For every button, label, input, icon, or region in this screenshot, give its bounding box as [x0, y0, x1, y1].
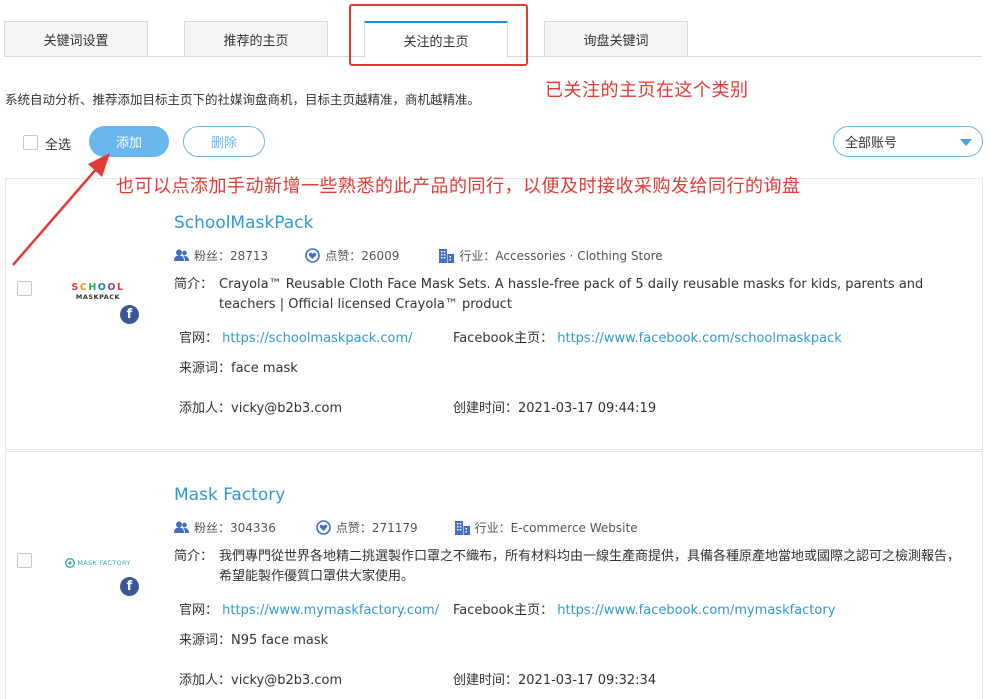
heart-icon: [305, 248, 321, 263]
source-row: 来源词：face mask: [179, 357, 298, 376]
website-label: 官网：: [179, 331, 219, 346]
logo-text: MASKPACK: [75, 293, 121, 301]
source-row: 来源词：N95 face mask: [179, 629, 328, 648]
intro-text: Crayola™ Reusable Cloth Face Mask Sets. …: [219, 277, 924, 312]
annotation-tab-note: 已关注的主页在这个类别: [545, 80, 749, 101]
delete-button[interactable]: 删除: [183, 126, 265, 157]
tab-keyword-settings[interactable]: 关键词设置: [4, 21, 148, 57]
likes-stat: 点赞： 271179: [316, 519, 418, 536]
row-checkbox[interactable]: [17, 281, 32, 296]
users-icon: [174, 521, 189, 533]
annotation-add-note: 也可以点添加手动新增一些熟悉的此产品的同行，以便及时接收采购发给同行的询盘: [116, 176, 801, 197]
intro-text: 我們專門從世界各地精⼆挑選製作口罩之不織布，所有材料均由一線生產商提供，具備各種…: [219, 549, 961, 584]
fans-stat: 粉丝： 304336: [174, 519, 276, 536]
select-all-checkbox[interactable]: [23, 135, 38, 150]
likes-label: 点赞：: [335, 521, 372, 535]
tab-followed-pages[interactable]: 关注的主页: [364, 21, 508, 58]
intro-label: 简介：: [174, 277, 214, 292]
created-row: 创建时间：2021-03-17 09:44:19: [453, 397, 656, 416]
page-logo: MASK FACTORY: [60, 558, 136, 568]
building-icon: [454, 520, 470, 535]
chevron-down-icon: [960, 139, 972, 146]
facebook-icon[interactable]: f: [120, 577, 139, 596]
facebook-link[interactable]: https://www.facebook.com/schoolmaskpack: [557, 331, 842, 346]
users-icon: [174, 249, 189, 261]
facebook-row: Facebook主页： https://www.facebook.com/mym…: [453, 599, 835, 618]
page-logo: SCHOOL MASKPACK: [60, 283, 136, 302]
website-label: 官网：: [179, 603, 219, 618]
fans-label: 粉丝：: [194, 249, 231, 263]
added-by-label: 添加人：: [179, 401, 232, 416]
mask-logo-icon: [65, 558, 76, 568]
page-title[interactable]: Mask Factory: [174, 485, 285, 505]
page-description: 系统自动分析、推荐添加目标主页下的社媒询盘商机，目标主页越精准，商机越精准。: [5, 92, 481, 107]
page-intro: 简介： Crayola™ Reusable Cloth Face Mask Se…: [174, 275, 964, 315]
source-value: N95 face mask: [231, 633, 329, 648]
industry-label: 行业：: [459, 249, 496, 263]
added-by-value: vicky@b2b3.com: [231, 401, 343, 416]
fans-stat: 粉丝： 28713: [174, 247, 268, 264]
website-row: 官网： https://schoolmaskpack.com/: [179, 327, 413, 346]
likes-value: 271179: [371, 520, 418, 535]
source-value: face mask: [231, 361, 298, 376]
page-stats: 粉丝： 28713 点赞： 26009 行业： Accessories · Cloth…: [174, 247, 663, 264]
created-label: 创建时间：: [453, 401, 519, 416]
industry-label: 行业：: [474, 521, 511, 535]
facebook-link[interactable]: https://www.facebook.com/mymaskfactory: [557, 603, 835, 618]
intro-label: 简介：: [174, 549, 214, 564]
page-title[interactable]: SchoolMaskPack: [174, 213, 313, 233]
created-label: 创建时间：: [453, 673, 519, 688]
facebook-row: Facebook主页： https://www.facebook.com/sch…: [453, 327, 842, 346]
added-by-label: 添加人：: [179, 673, 232, 688]
likes-stat: 点赞： 26009: [305, 247, 399, 264]
source-label: 来源词：: [179, 633, 232, 648]
tab-recommended-pages[interactable]: 推荐的主页: [184, 21, 328, 57]
website-row: 官网： https://www.mymaskfactory.com/: [179, 599, 439, 618]
source-label: 来源词：: [179, 361, 232, 376]
industry-value: Accessories · Clothing Store: [495, 248, 663, 263]
added-by-value: vicky@b2b3.com: [231, 673, 343, 688]
added-by-row: 添加人：vicky@b2b3.com: [179, 669, 342, 688]
website-link[interactable]: https://schoolmaskpack.com/: [222, 331, 412, 346]
page-intro: 简介： 我們專門從世界各地精⼆挑選製作口罩之不織布，所有材料均由一線生產商提供，…: [174, 547, 964, 587]
select-all-label: 全选: [45, 138, 72, 153]
account-select-value: 全部账号: [845, 136, 898, 151]
created-value: 2021-03-17 09:44:19: [518, 401, 657, 416]
fans-label: 粉丝：: [194, 521, 231, 535]
building-icon: [439, 248, 455, 263]
industry-stat: 行业： E-commerce Website: [454, 519, 638, 536]
account-select[interactable]: 全部账号: [833, 126, 983, 157]
logo-text: MASK FACTORY: [77, 559, 131, 567]
facebook-icon[interactable]: f: [120, 305, 139, 324]
created-row: 创建时间：2021-03-17 09:32:34: [453, 669, 656, 688]
fans-value: 304336: [230, 520, 276, 535]
tab-inquiry-keywords[interactable]: 询盘关键词: [544, 21, 688, 57]
likes-value: 26009: [361, 248, 400, 263]
facebook-label: Facebook主页：: [453, 603, 554, 618]
page-stats: 粉丝： 304336 点赞： 271179 行业： E-commerce Websit…: [174, 519, 638, 536]
tab-bar: 关键词设置 推荐的主页 关注的主页 询盘关键词: [0, 0, 990, 58]
likes-label: 点赞：: [325, 249, 362, 263]
add-button[interactable]: 添加: [89, 126, 169, 157]
created-value: 2021-03-17 09:32:34: [518, 673, 657, 688]
row-checkbox[interactable]: [17, 553, 32, 568]
industry-stat: 行业： Accessories · Clothing Store: [439, 247, 663, 264]
fans-value: 28713: [230, 248, 269, 263]
industry-value: E-commerce Website: [510, 520, 638, 535]
heart-icon: [316, 520, 331, 535]
added-by-row: 添加人：vicky@b2b3.com: [179, 397, 342, 416]
website-link[interactable]: https://www.mymaskfactory.com/: [222, 603, 439, 618]
facebook-label: Facebook主页：: [453, 331, 554, 346]
